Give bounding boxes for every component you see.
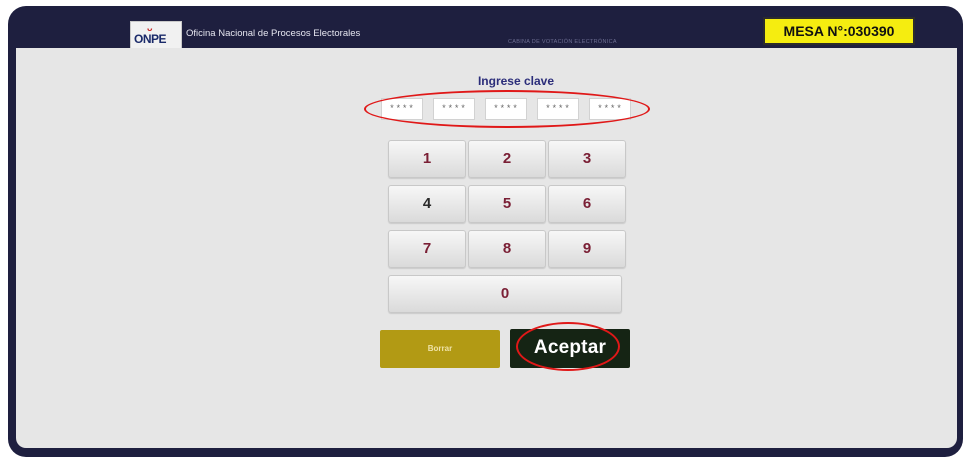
password-prompt: Ingrese clave: [477, 74, 555, 88]
key-2[interactable]: 2: [468, 140, 546, 178]
key-3[interactable]: 3: [548, 140, 626, 178]
key-6[interactable]: 6: [548, 185, 626, 223]
onpe-logo: ᴗ ONPE: [130, 21, 182, 49]
key-9[interactable]: 9: [548, 230, 626, 268]
key-8[interactable]: 8: [468, 230, 546, 268]
app-frame: ᴗ ONPE Oficina Nacional de Procesos Elec…: [8, 6, 963, 457]
password-highlight-oval: [364, 90, 650, 128]
main-content: Ingrese clave 1 2 3 4 5 6 7 8 9 0 Borrar…: [16, 48, 957, 448]
key-0[interactable]: 0: [388, 275, 622, 313]
app-subtitle: CABINA DE VOTACIÓN ELECTRÓNICA: [508, 39, 617, 45]
key-5[interactable]: 5: [468, 185, 546, 223]
key-4[interactable]: 4: [388, 185, 466, 223]
header-bar: ᴗ ONPE Oficina Nacional de Procesos Elec…: [8, 6, 963, 49]
organization-name: Oficina Nacional de Procesos Electorales: [186, 28, 361, 39]
key-7[interactable]: 7: [388, 230, 466, 268]
clear-button[interactable]: Borrar: [380, 330, 500, 368]
key-1[interactable]: 1: [388, 140, 466, 178]
accept-highlight-oval: [516, 322, 620, 371]
mesa-number-badge: MESA N°:030390: [763, 17, 915, 45]
logo-text: ONPE: [134, 32, 167, 46]
